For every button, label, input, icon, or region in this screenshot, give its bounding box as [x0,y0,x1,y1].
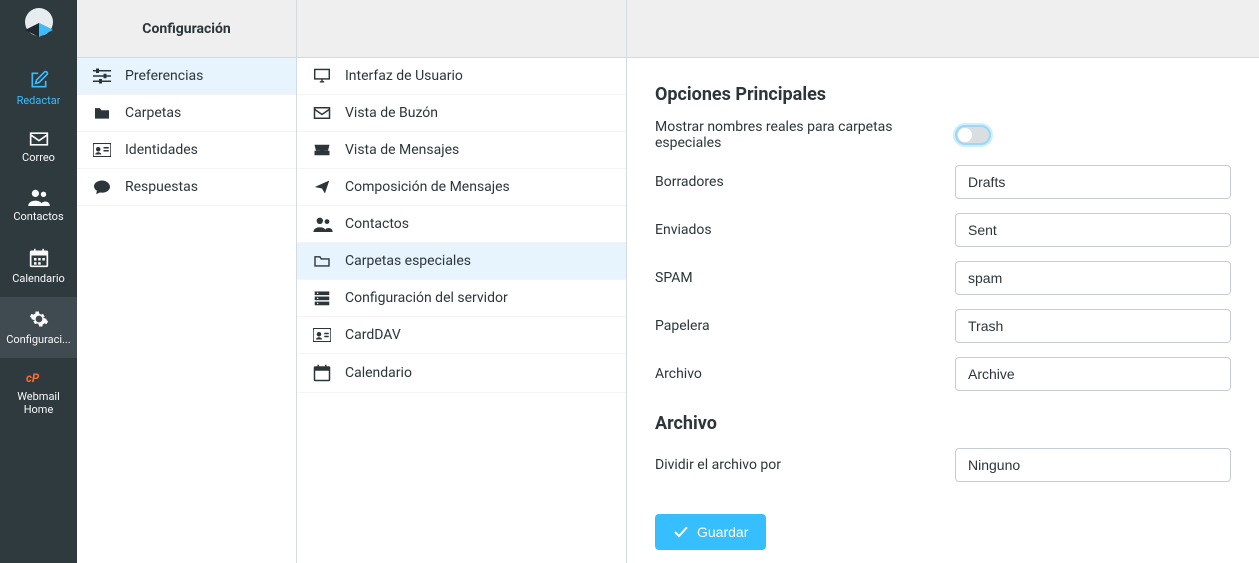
field-label-spam: SPAM [655,270,955,286]
field-label-drafts: Borradores [655,174,955,190]
users-icon [313,216,335,232]
nav-label: Contactos [13,210,63,223]
check-icon [673,525,689,539]
prefs-item-message-view[interactable]: Vista de Mensajes [297,132,626,169]
field-label-sent: Enviados [655,222,955,238]
select-drafts[interactable]: Drafts [955,165,1231,199]
toggle-knob [958,128,972,142]
save-button-label: Guardar [697,524,748,540]
nav-calendar[interactable]: Calendario [0,236,77,297]
server-icon [313,290,335,306]
nav-mail[interactable]: Correo [0,119,77,176]
prefs-item-special-folders[interactable]: Carpetas especiales [297,243,626,280]
prefs-item-label: Configuración del servidor [345,290,508,306]
send-icon [313,179,335,195]
envelope-icon [313,106,335,120]
settings-item-label: Carpetas [125,105,181,121]
main-content: Opciones Principales Mostrar nombres rea… [627,0,1259,563]
prefs-column: Interfaz de Usuario Vista de Buzón Vista… [297,0,627,563]
prefs-item-contacts[interactable]: Contactos [297,206,626,243]
nav-label: Configuraci... [6,333,70,346]
prefs-item-compose[interactable]: Composición de Mensajes [297,169,626,206]
prefs-item-ui[interactable]: Interfaz de Usuario [297,58,626,95]
nav-label: Webmail Home [4,390,74,416]
nav-webmail-home[interactable]: cP Webmail Home [0,358,77,428]
settings-item-folders[interactable]: Carpetas [77,95,296,132]
nav-label: Redactar [17,94,61,107]
field-label-trash: Papelera [655,318,955,334]
section-title-archive: Archivo [655,413,1231,434]
settings-item-responses[interactable]: Respuestas [77,169,296,206]
prefs-header [297,0,626,58]
nav-contacts[interactable]: Contactos [0,176,77,235]
gear-icon [29,309,49,329]
prefs-item-carddav[interactable]: CardDAV [297,317,626,354]
nav-sidebar: Redactar Correo Contactos Calendario Con [0,0,77,563]
desktop-icon [313,68,335,84]
prefs-item-calendar[interactable]: Calendario [297,354,626,393]
settings-item-label: Respuestas [125,179,198,195]
prefs-item-label: Composición de Mensajes [345,179,510,195]
prefs-item-mailbox-view[interactable]: Vista de Buzón [297,95,626,132]
prefs-item-label: CardDAV [345,327,401,343]
prefs-item-label: Interfaz de Usuario [345,68,463,84]
prefs-item-label: Calendario [345,365,412,381]
toggle-label: Mostrar nombres reales para carpetas esp… [655,119,955,151]
section-title-main: Opciones Principales [655,84,1231,105]
sliders-icon [93,68,115,84]
prefs-item-server[interactable]: Configuración del servidor [297,280,626,317]
edit-icon [29,70,49,90]
prefs-item-label: Contactos [345,216,409,232]
nav-compose[interactable]: Redactar [0,58,77,119]
settings-item-preferences[interactable]: Preferencias [77,58,296,95]
select-archive-divide[interactable]: Ninguno [955,448,1231,482]
select-archive[interactable]: Archive [955,357,1231,391]
comment-icon [93,179,115,195]
vcard-icon [313,328,335,342]
main-header [627,0,1259,58]
calendar-icon [29,248,49,268]
prefs-item-label: Vista de Buzón [345,105,438,121]
envelope-icon [29,131,49,147]
field-label-archive: Archivo [655,366,955,382]
select-trash[interactable]: Trash [955,309,1231,343]
settings-column: Configuración Preferencias Carpetas Iden… [77,0,297,563]
calendar-icon [313,364,335,382]
prefs-item-label: Carpetas especiales [345,253,471,269]
folder-outline-icon [313,254,335,268]
field-label-archive-divide: Dividir el archivo por [655,457,955,473]
folder-icon [93,106,115,120]
svg-text:cP: cP [26,371,40,385]
cpanel-icon: cP [26,370,52,386]
settings-header: Configuración [77,0,296,58]
nav-label: Calendario [12,272,65,285]
users-icon [28,188,50,206]
nav-settings[interactable]: Configuraci... [0,297,77,358]
settings-item-label: Identidades [125,142,198,158]
settings-item-identities[interactable]: Identidades [77,132,296,169]
prefs-item-label: Vista de Mensajes [345,142,459,158]
toggle-real-folder-names[interactable] [955,125,991,145]
app-logo [0,0,77,58]
nav-label: Correo [22,151,55,164]
settings-item-label: Preferencias [125,68,203,84]
id-card-icon [93,143,115,157]
select-sent[interactable]: Sent [955,213,1231,247]
save-button[interactable]: Guardar [655,514,766,550]
select-spam[interactable]: spam [955,261,1231,295]
inbox-icon [313,143,335,157]
